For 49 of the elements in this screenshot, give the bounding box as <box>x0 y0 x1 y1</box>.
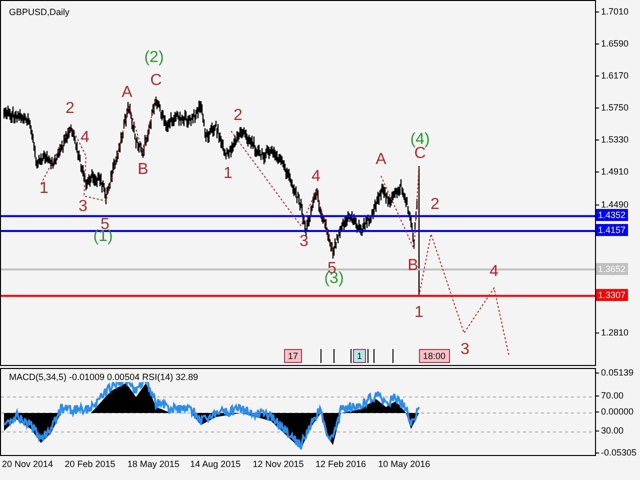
event-badge: 18:00 <box>419 349 450 363</box>
wave-label: 2 <box>66 101 74 117</box>
event-badge: 17 <box>284 349 302 363</box>
wave-label: B <box>408 258 418 274</box>
wave-label: 3 <box>78 199 88 215</box>
price-tick-label: 1.4490 <box>596 199 629 210</box>
wave-label: 1 <box>224 166 232 182</box>
price-level-tag: 1.3652 <box>596 262 628 275</box>
indicator-scale-label: -0.05305 <box>596 448 637 458</box>
wave-label: C <box>414 146 426 162</box>
wave-label: 4 <box>312 169 320 185</box>
wave-label: (2) <box>144 50 164 66</box>
wave-label: C <box>150 73 162 89</box>
wave-label: 2 <box>430 197 440 213</box>
date-label: 20 Nov 2014 <box>2 458 54 471</box>
date-label: 12 Nov 2015 <box>252 458 305 471</box>
wave-label: 1 <box>414 305 424 321</box>
date-label: 14 Aug 2015 <box>190 458 242 471</box>
price-tick-label: 1.6170 <box>596 70 629 82</box>
wave-label: A <box>376 152 386 168</box>
price-tick-label: 1.5750 <box>596 102 629 114</box>
wave-label: 4 <box>490 264 498 280</box>
price-tick-label: 1.2810 <box>596 327 629 338</box>
date-label: 18 May 2015 <box>127 458 180 471</box>
indicator-title: MACD(5,34,5) -0.01009 0.00504 RSI(14) 32.89 <box>7 372 200 382</box>
price-tick-label: 1.7010 <box>596 6 629 18</box>
indicator-scale-label: 0.00000 <box>596 406 634 418</box>
wave-label: A <box>122 85 132 101</box>
price-tick-label: 1.6590 <box>596 38 629 50</box>
price-tick-label: 1.4910 <box>596 166 629 178</box>
event-badge: 1 <box>353 349 366 363</box>
date-label: 10 May 2016 <box>378 458 432 471</box>
date-label: 20 Feb 2015 <box>64 458 116 471</box>
price-level-tag: 1.4157 <box>596 224 628 236</box>
price-tick-label: 1.5330 <box>596 134 629 146</box>
wave-label: 2 <box>234 108 242 124</box>
price-level-tag: 1.4352 <box>596 209 628 222</box>
wave-label: 3 <box>460 342 470 358</box>
wave-label: 1 <box>40 181 48 197</box>
indicator-scale-label: 0.05139 <box>596 368 634 378</box>
wave-label: B <box>138 162 148 178</box>
indicator-scale-label: 70.00 <box>596 390 624 402</box>
date-label: 12 Feb 2016 <box>315 458 367 471</box>
chart-title: GBPUSD,Daily <box>7 7 72 17</box>
wave-label: 4 <box>80 130 90 146</box>
indicator-scale-label: 30.00 <box>596 426 624 436</box>
wave-label: 3 <box>300 234 308 250</box>
price-level-tag: 1.3307 <box>596 288 628 301</box>
wave-label: (4) <box>410 132 430 148</box>
